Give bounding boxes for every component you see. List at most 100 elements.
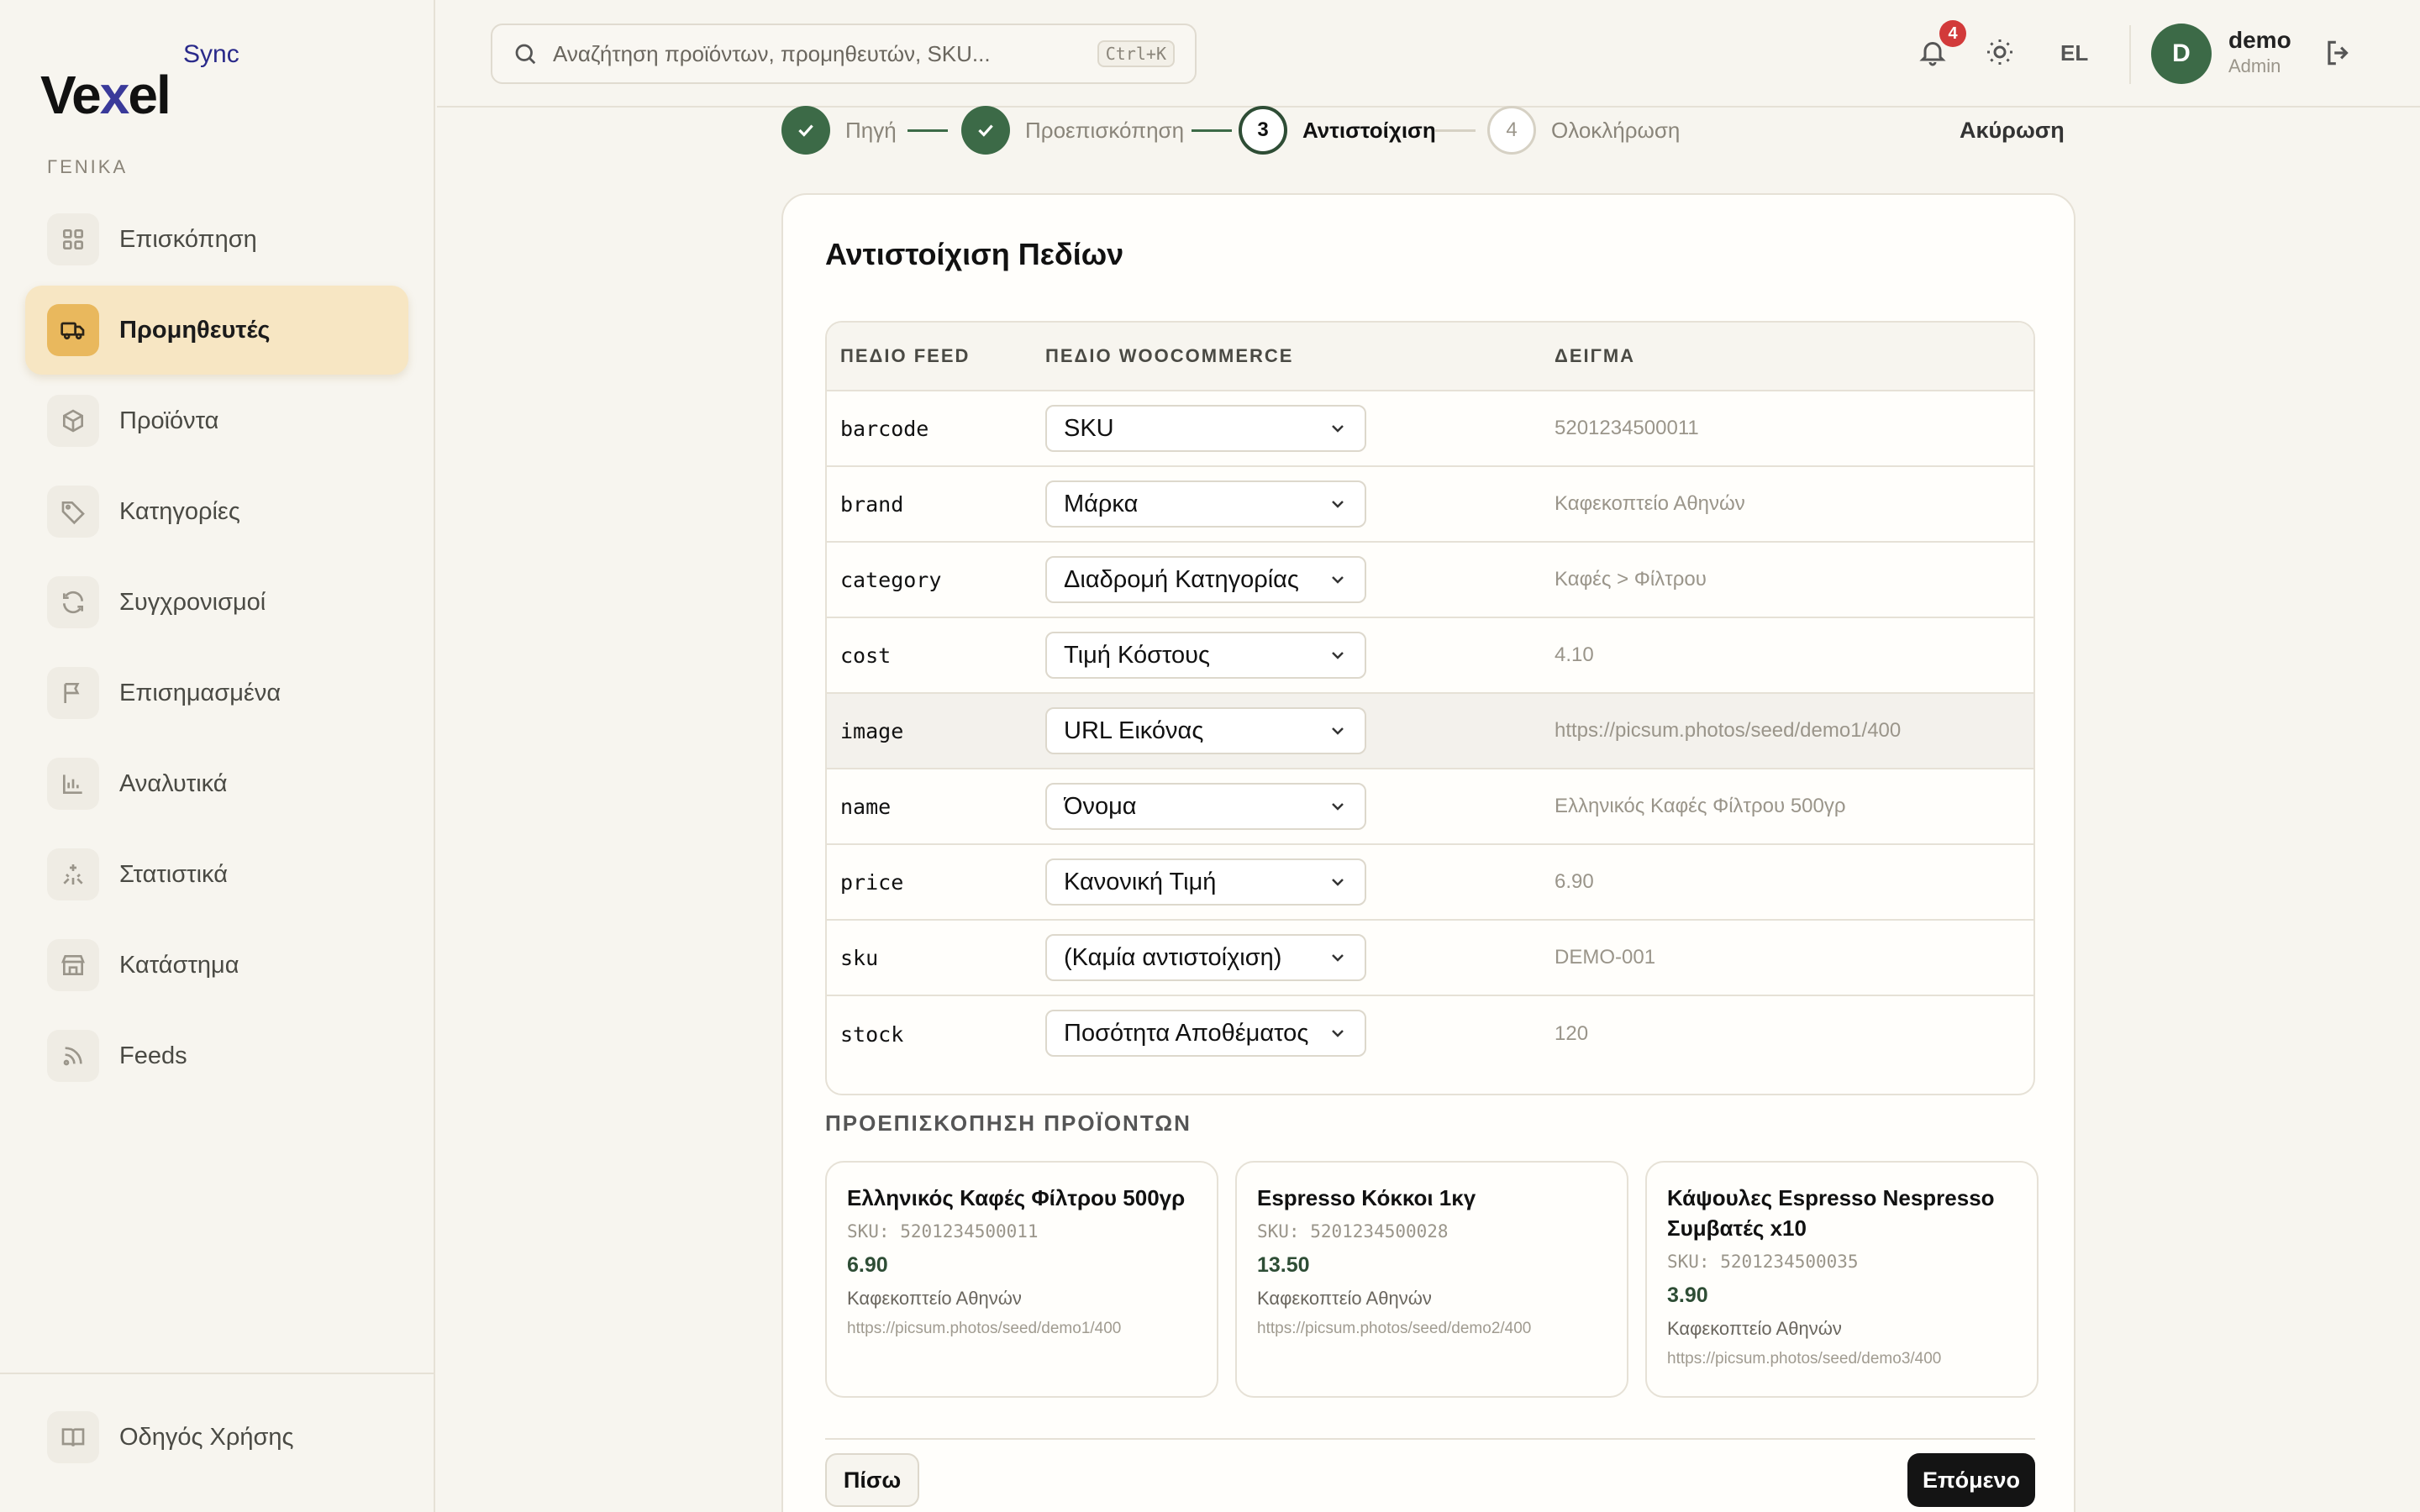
- step-preview: Προεπισκόπηση: [961, 106, 1184, 155]
- sample-value: Ελληνικός Καφές Φίλτρου 500γρ: [1555, 795, 1846, 817]
- sidebar-item-analytics[interactable]: Αναλυτικά: [25, 739, 408, 828]
- sidebar-item-flagged[interactable]: Επισημασμένα: [25, 648, 408, 738]
- product-preview-card: Espresso Κόκκοι 1κγ SKU: 5201234500028 1…: [1235, 1161, 1628, 1398]
- table-row: barcode SKU 5201234500011: [827, 391, 2033, 467]
- sample-value: 6.90: [1555, 870, 1594, 893]
- woo-field-select[interactable]: SKU: [1045, 405, 1366, 452]
- woo-field-select[interactable]: Ποσότητα Αποθέματος: [1045, 1010, 1366, 1057]
- step-mapping: 3 Αντιστοίχιση: [1239, 106, 1436, 155]
- topbar: Αναζήτηση προϊόντων, προμηθευτών, SKU...…: [437, 0, 2420, 108]
- woo-field-select[interactable]: Τιμή Κόστους: [1045, 632, 1366, 679]
- select-value: Κανονική Τιμή: [1064, 868, 1217, 895]
- theme-toggle-icon[interactable]: [1985, 37, 2018, 71]
- woo-field-select[interactable]: URL Εικόνας: [1045, 707, 1366, 754]
- language-switcher[interactable]: EL: [2060, 40, 2088, 66]
- table-row: sku (Καμία αντιστοίχιση) DEMO-001: [827, 921, 2033, 996]
- chevron-down-icon: [1332, 1030, 1344, 1037]
- sidebar-item-overview[interactable]: Επισκόπηση: [25, 195, 408, 284]
- mapping-table: ΠΕΔΙΟ FEED ΠΕΔΙΟ WOOCOMMERCE ΔΕΙΓΜΑ barc…: [825, 321, 2035, 1095]
- woo-field-select[interactable]: Όνομα: [1045, 783, 1366, 830]
- feed-field: price: [840, 869, 904, 895]
- notification-badge: 4: [1939, 20, 1966, 47]
- column-header-woo: ΠΕΔΙΟ WOOCOMMERCE: [1045, 345, 1294, 366]
- feed-field: barcode: [840, 416, 929, 441]
- user-role: Admin: [2228, 55, 2281, 76]
- search-input[interactable]: Αναζήτηση προϊόντων, προμηθευτών, SKU...…: [491, 24, 1197, 84]
- store-icon: [47, 939, 99, 991]
- sidebar-item-label: Επισημασμένα: [119, 679, 281, 706]
- sidebar-item-store[interactable]: Κατάστημα: [25, 921, 408, 1010]
- table-row: price Κανονική Τιμή 6.90: [827, 845, 2033, 921]
- sample-value: DEMO-001: [1555, 946, 1656, 969]
- product-name: Κάψουλες Espresso Nespresso Συμβατές x10: [1667, 1185, 1995, 1241]
- table-row: cost Τιμή Κόστους 4.10: [827, 618, 2033, 694]
- topbar-divider: [2129, 25, 2131, 84]
- product-image-url: https://picsum.photos/seed/demo3/400: [1667, 1350, 1942, 1368]
- select-value: Μάρκα: [1064, 490, 1139, 517]
- woo-field-select[interactable]: Μάρκα: [1045, 480, 1366, 528]
- sample-value: https://picsum.photos/seed/demo1/400: [1555, 719, 1902, 742]
- feed-field: image: [840, 718, 904, 743]
- user-name: demo: [2228, 27, 2291, 53]
- table-row: name Όνομα Ελληνικός Καφές Φίλτρου 500γρ: [827, 769, 2033, 845]
- bar-chart-icon: [47, 758, 99, 810]
- sidebar-item-guide[interactable]: Οδηγός Χρήσης: [25, 1393, 408, 1482]
- avatar[interactable]: D: [2151, 24, 2212, 84]
- product-preview-card: Κάψουλες Espresso Nespresso Συμβατές x10…: [1645, 1161, 2039, 1398]
- logout-icon[interactable]: [2323, 37, 2354, 73]
- rss-icon: [47, 1030, 99, 1082]
- back-button[interactable]: Πίσω: [825, 1453, 919, 1507]
- table-row: image URL Εικόνας https://picsum.photos/…: [827, 694, 2033, 769]
- table-row: category Διαδρομή Κατηγορίας Καφές > Φίλ…: [827, 543, 2033, 618]
- sidebar-item-statistics[interactable]: Στατιστικά: [25, 830, 408, 919]
- sidebar-item-label: Feeds: [119, 1042, 187, 1069]
- step-number: 4: [1487, 106, 1536, 155]
- product-sku: SKU: 5201234500011: [847, 1221, 1039, 1242]
- woo-field-select[interactable]: (Καμία αντιστοίχιση): [1045, 934, 1366, 981]
- sidebar-item-feeds[interactable]: Feeds: [25, 1011, 408, 1100]
- step-label: Προεπισκόπηση: [1025, 117, 1185, 143]
- column-header-sample: ΔΕΙΓΜΑ: [1555, 345, 1636, 366]
- feed-field: brand: [840, 491, 904, 517]
- feed-field: name: [840, 794, 892, 819]
- product-preview-card: Ελληνικός Καφές Φίλτρου 500γρ SKU: 52012…: [825, 1161, 1218, 1398]
- select-value: SKU: [1064, 414, 1114, 442]
- search-icon: [515, 44, 536, 65]
- chevron-down-icon: [1332, 879, 1344, 886]
- card-divider: [825, 1438, 2035, 1440]
- preview-section-title: ΠΡΟΕΠΙΣΚΟΠΗΣΗ ΠΡΟΪΟΝΤΩΝ: [825, 1110, 1192, 1136]
- next-button[interactable]: Επόμενο: [1907, 1453, 2035, 1507]
- select-value: Ποσότητα Αποθέματος: [1064, 1019, 1309, 1047]
- refresh-icon: [47, 576, 99, 628]
- chevron-down-icon: [1332, 803, 1344, 811]
- step-number: 3: [1239, 106, 1287, 155]
- sidebar-item-label: Οδηγός Χρήσης: [119, 1423, 294, 1451]
- woo-field-select[interactable]: Κανονική Τιμή: [1045, 858, 1366, 906]
- sidebar-item-label: Προμηθευτές: [119, 316, 271, 344]
- cancel-button[interactable]: Ακύρωση: [1960, 118, 2065, 144]
- product-name: Espresso Κόκκοι 1κγ: [1257, 1185, 1476, 1210]
- check-icon: [961, 106, 1010, 155]
- product-image-url: https://picsum.photos/seed/demo1/400: [847, 1320, 1122, 1337]
- sidebar-item-suppliers[interactable]: Προμηθευτές: [25, 286, 408, 375]
- product-price: 6.90: [847, 1253, 888, 1277]
- step-connector: [1435, 129, 1476, 132]
- select-value: (Καμία αντιστοίχιση): [1064, 943, 1282, 971]
- chevron-down-icon: [1332, 576, 1344, 584]
- woo-field-select[interactable]: Διαδρομή Κατηγορίας: [1045, 556, 1366, 603]
- sidebar-item-categories[interactable]: Κατηγορίες: [25, 467, 408, 556]
- table-row: brand Μάρκα Καφεκοπτείο Αθηνών: [827, 467, 2033, 543]
- feed-field: sku: [840, 945, 879, 970]
- table-row: stock Ποσότητα Αποθέματος 120: [827, 996, 2033, 1072]
- select-value: Τιμή Κόστους: [1064, 641, 1210, 669]
- flag-icon: [47, 667, 99, 719]
- product-price: 3.90: [1667, 1284, 1708, 1307]
- select-value: Διαδρομή Κατηγορίας: [1064, 565, 1299, 593]
- sidebar-item-products[interactable]: Προϊόντα: [25, 376, 408, 465]
- step-label: Ολοκλήρωση: [1551, 117, 1681, 143]
- sidebar-item-syncs[interactable]: Συγχρονισμοί: [25, 558, 408, 647]
- sample-value: 4.10: [1555, 643, 1594, 666]
- sidebar-item-label: Συγχρονισμοί: [119, 588, 266, 616]
- tag-icon: [47, 486, 99, 538]
- product-brand: Καφεκοπτείο Αθηνών: [847, 1288, 1022, 1309]
